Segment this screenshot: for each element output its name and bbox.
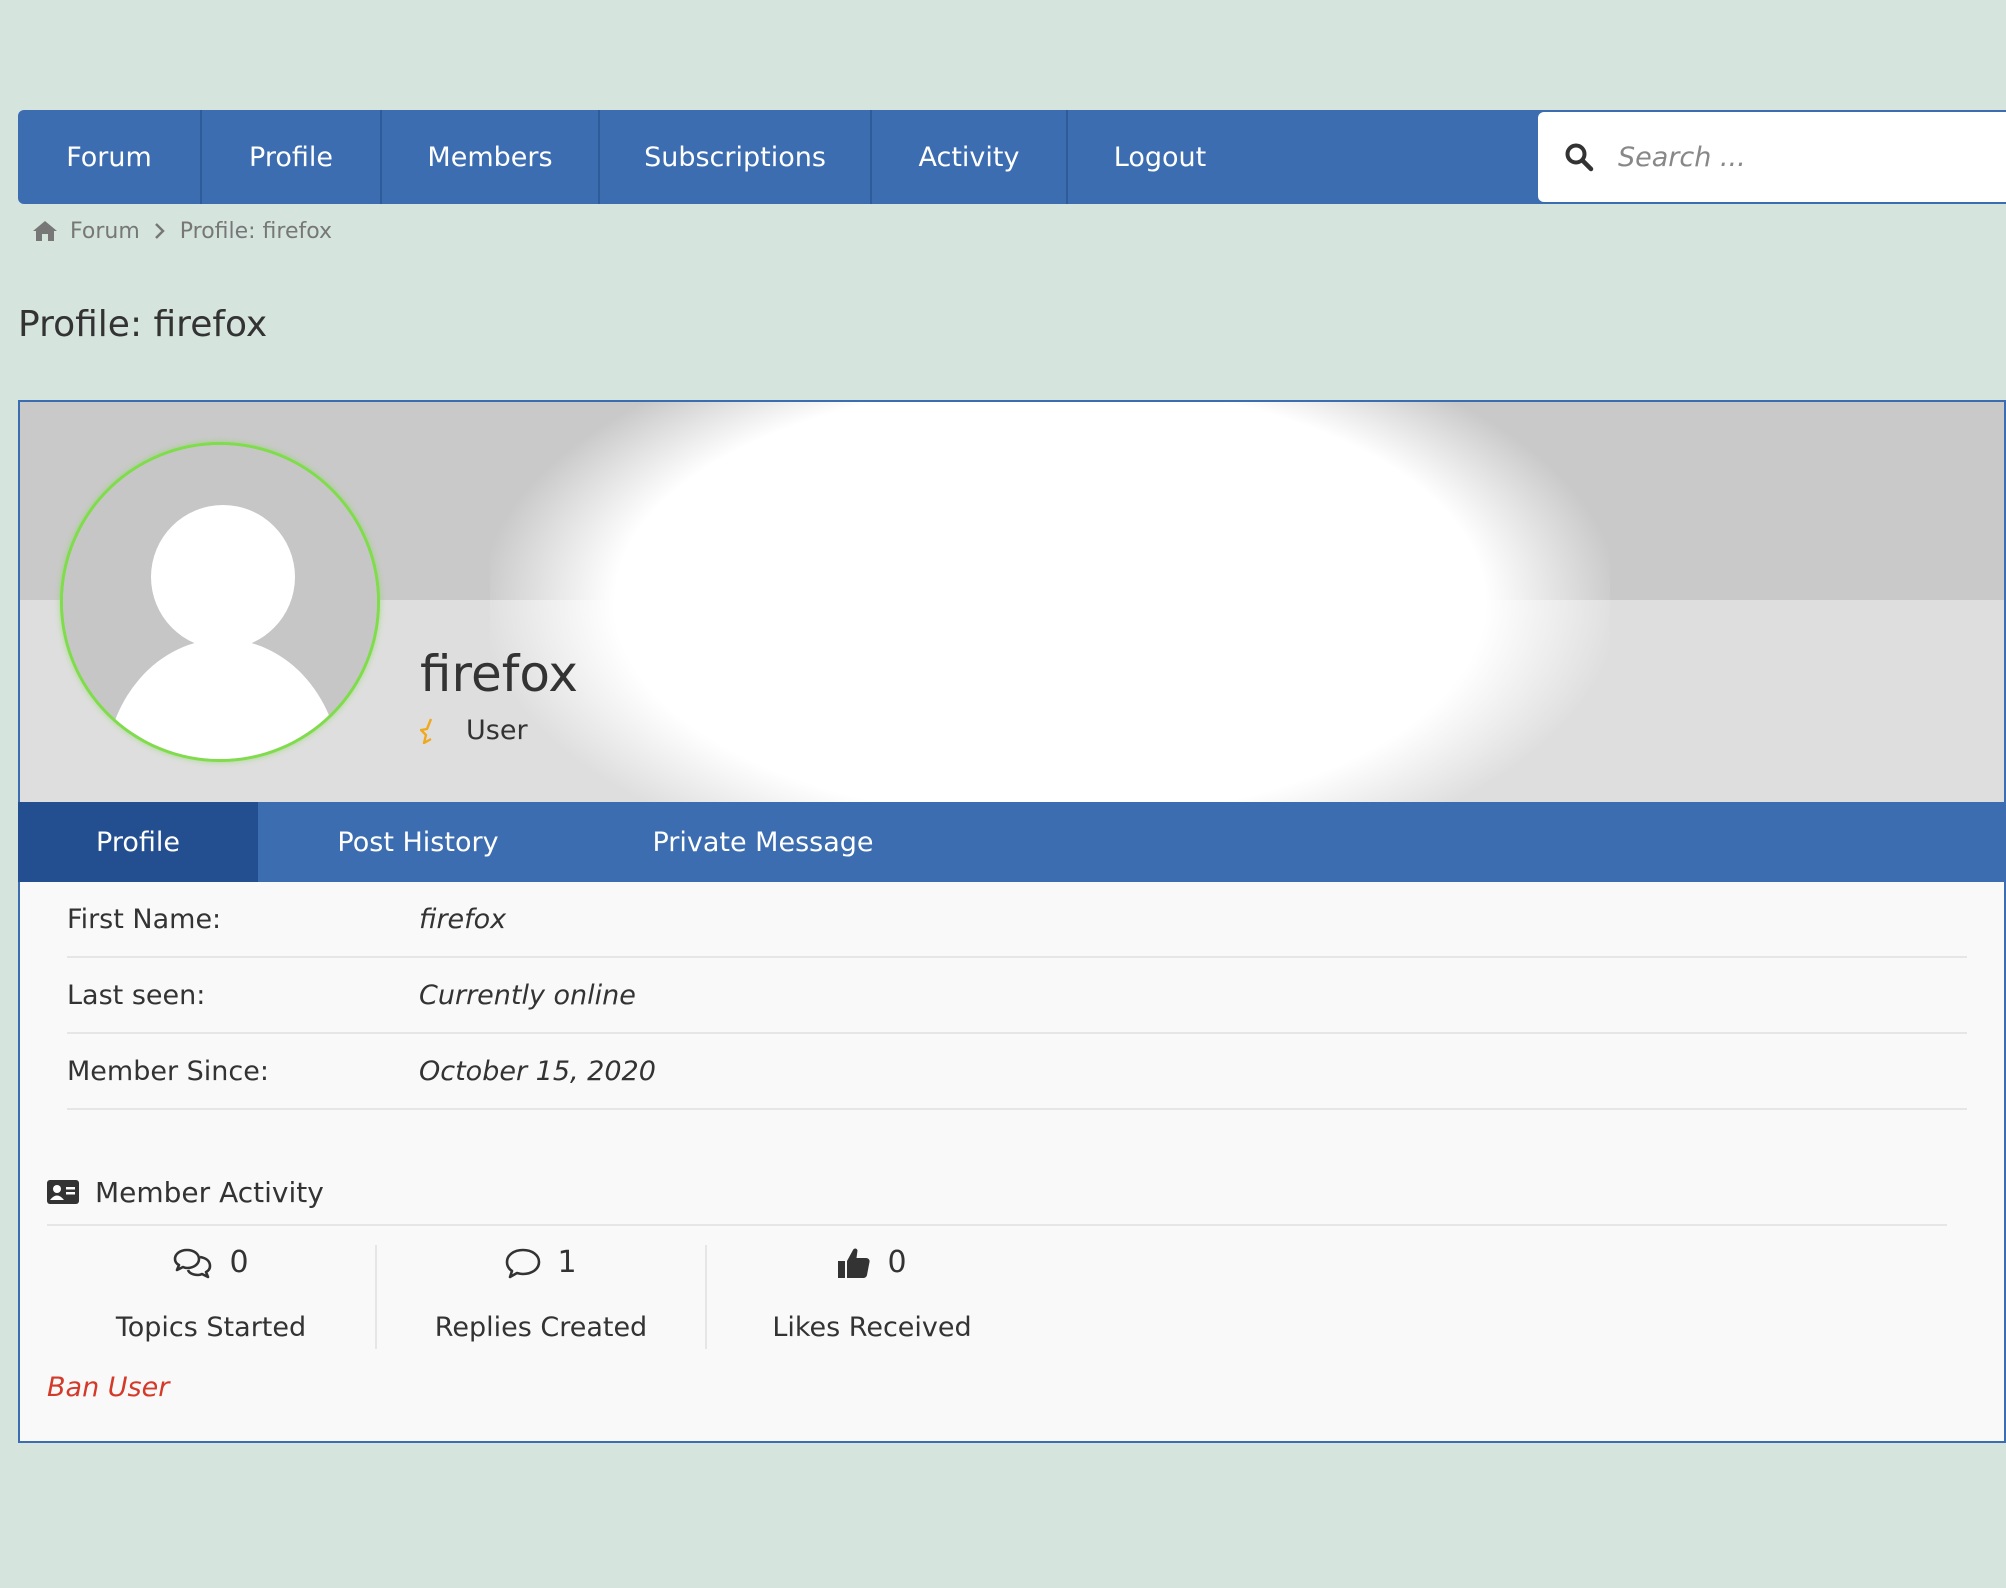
stat-likes-received: 0 Likes Received <box>707 1245 1037 1349</box>
page-title: Profile: firefox <box>18 304 268 345</box>
search-icon <box>1565 143 1594 172</box>
chevron-right-icon <box>154 223 165 239</box>
nav-item-logout[interactable]: Logout <box>1068 110 1252 204</box>
breadcrumb-forum-link[interactable]: Forum <box>70 219 140 244</box>
tab-post-history[interactable]: Post History <box>258 802 578 882</box>
stat-topics-started: 0 Topics Started <box>47 1245 377 1349</box>
comments-icon <box>174 1248 212 1278</box>
breadcrumb: Forum Profile: firefox <box>32 215 332 247</box>
field-row-last-seen: Last seen: Currently online <box>67 958 1967 1034</box>
field-row-member-since: Member Since: October 15, 2020 <box>67 1034 1967 1110</box>
field-label: First Name: <box>67 903 222 935</box>
profile-role: User <box>420 715 528 746</box>
id-card-icon <box>47 1180 79 1204</box>
field-value: Currently online <box>419 979 636 1011</box>
role-label: User <box>466 715 528 746</box>
stat-label: Likes Received <box>772 1312 972 1343</box>
home-icon <box>33 221 57 241</box>
field-label: Last seen: <box>67 979 206 1011</box>
nav-item-activity[interactable]: Activity <box>872 110 1068 204</box>
field-row-first-name: First Name: firefox <box>67 882 1967 958</box>
nav-item-forum[interactable]: Forum <box>18 110 202 204</box>
default-avatar-icon <box>63 445 377 759</box>
field-value: firefox <box>419 903 507 935</box>
comment-icon <box>506 1248 541 1278</box>
avatar <box>60 442 380 762</box>
profile-tabs: Profile Post History Private Message <box>18 802 2006 882</box>
tab-profile[interactable]: Profile <box>18 802 258 882</box>
breadcrumb-current: Profile: firefox <box>179 218 333 244</box>
search-input[interactable] <box>1618 141 1998 173</box>
stat-label: Replies Created <box>434 1312 648 1343</box>
field-value: October 15, 2020 <box>419 1055 656 1087</box>
nav-item-subscriptions[interactable]: Subscriptions <box>600 110 872 204</box>
tab-private-message[interactable]: Private Message <box>578 802 948 882</box>
stat-count: 0 <box>229 1245 249 1280</box>
member-activity-heading: Member Activity <box>47 1160 1947 1226</box>
profile-username: firefox <box>420 645 578 703</box>
stat-label: Topics Started <box>115 1312 307 1343</box>
member-activity-title: Member Activity <box>95 1175 324 1209</box>
field-label: Member Since: <box>67 1055 269 1087</box>
thumbs-up-icon <box>838 1248 871 1278</box>
nav-item-profile[interactable]: Profile <box>202 110 382 204</box>
stat-count: 0 <box>887 1245 907 1280</box>
main-navbar: Forum Profile Members Subscriptions Acti… <box>18 110 2006 204</box>
nav-item-members[interactable]: Members <box>382 110 600 204</box>
activity-stats: 0 Topics Started 1 Replies Created 0 Lik… <box>47 1245 1037 1349</box>
profile-fields: First Name: firefox Last seen: Currently… <box>67 882 1967 1110</box>
star-icon <box>420 718 433 744</box>
search-box <box>1538 112 2006 202</box>
ban-user-link[interactable]: Ban User <box>47 1372 169 1403</box>
stat-replies-created: 1 Replies Created <box>377 1245 707 1349</box>
stat-count: 1 <box>557 1245 577 1280</box>
